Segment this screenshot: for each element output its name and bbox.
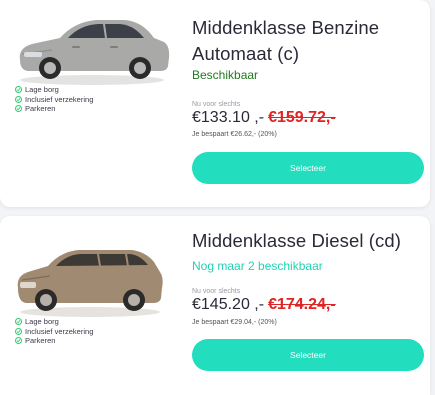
now-for-label: Nu voor slechts — [192, 101, 241, 108]
offer-title: Middenklasse Diesel (cd) — [192, 230, 402, 251]
savings-text: Je bespaart €29.04,- (20%) — [192, 319, 277, 326]
offer-card: Lage borg Inclusief verzekering Parkeren… — [0, 216, 430, 395]
feature-label: Lage borg — [25, 317, 59, 326]
feature-label: Lage borg — [25, 85, 59, 94]
feature-item: Inclusief verzekering — [15, 327, 93, 337]
feature-label: Parkeren — [25, 104, 56, 113]
offer-title: Middenklasse Benzine Automaat (c) — [192, 17, 380, 64]
feature-item: Lage borg — [15, 85, 93, 95]
check-circle-icon — [15, 337, 22, 345]
car-image-wagon — [17, 250, 163, 317]
savings-text: Je bespaart €26.62,- (20%) — [192, 131, 277, 138]
select-button[interactable]: Selecteer — [192, 152, 424, 184]
availability-status: Nog maar 2 beschikbaar — [192, 259, 323, 273]
feature-item: Inclusief verzekering — [15, 95, 93, 105]
feature-item: Parkeren — [15, 104, 93, 114]
feature-item: Lage borg — [15, 317, 93, 327]
feature-label: Inclusief verzekering — [25, 326, 94, 336]
select-button[interactable]: Selecteer — [192, 339, 424, 371]
now-for-label: Nu voor slechts — [192, 288, 241, 295]
feature-list: Lage borg Inclusief verzekering Parkeren — [15, 85, 93, 114]
price-row: €145.20 ,- €174.24,- — [192, 296, 336, 314]
offer-card: Lage borg Inclusief verzekering Parkeren… — [0, 0, 430, 207]
feature-item: Parkeren — [15, 336, 93, 346]
feature-label: Inclusief verzekering — [25, 94, 94, 104]
check-circle-icon — [15, 95, 22, 103]
original-price: €159.72,- — [268, 109, 336, 126]
original-price: €174.24,- — [268, 296, 336, 313]
check-circle-icon — [15, 318, 22, 326]
check-circle-icon — [15, 105, 22, 113]
current-price: €133.10 ,- — [192, 109, 265, 126]
car-image-hatchback — [19, 20, 170, 85]
check-circle-icon — [15, 86, 22, 94]
current-price: €145.20 ,- — [192, 296, 265, 313]
feature-label: Parkeren — [25, 336, 56, 345]
availability-status: Beschikbaar — [192, 68, 259, 82]
check-circle-icon — [15, 327, 22, 335]
feature-list: Lage borg Inclusief verzekering Parkeren — [15, 317, 93, 346]
price-row: €133.10 ,- €159.72,- — [192, 109, 336, 127]
